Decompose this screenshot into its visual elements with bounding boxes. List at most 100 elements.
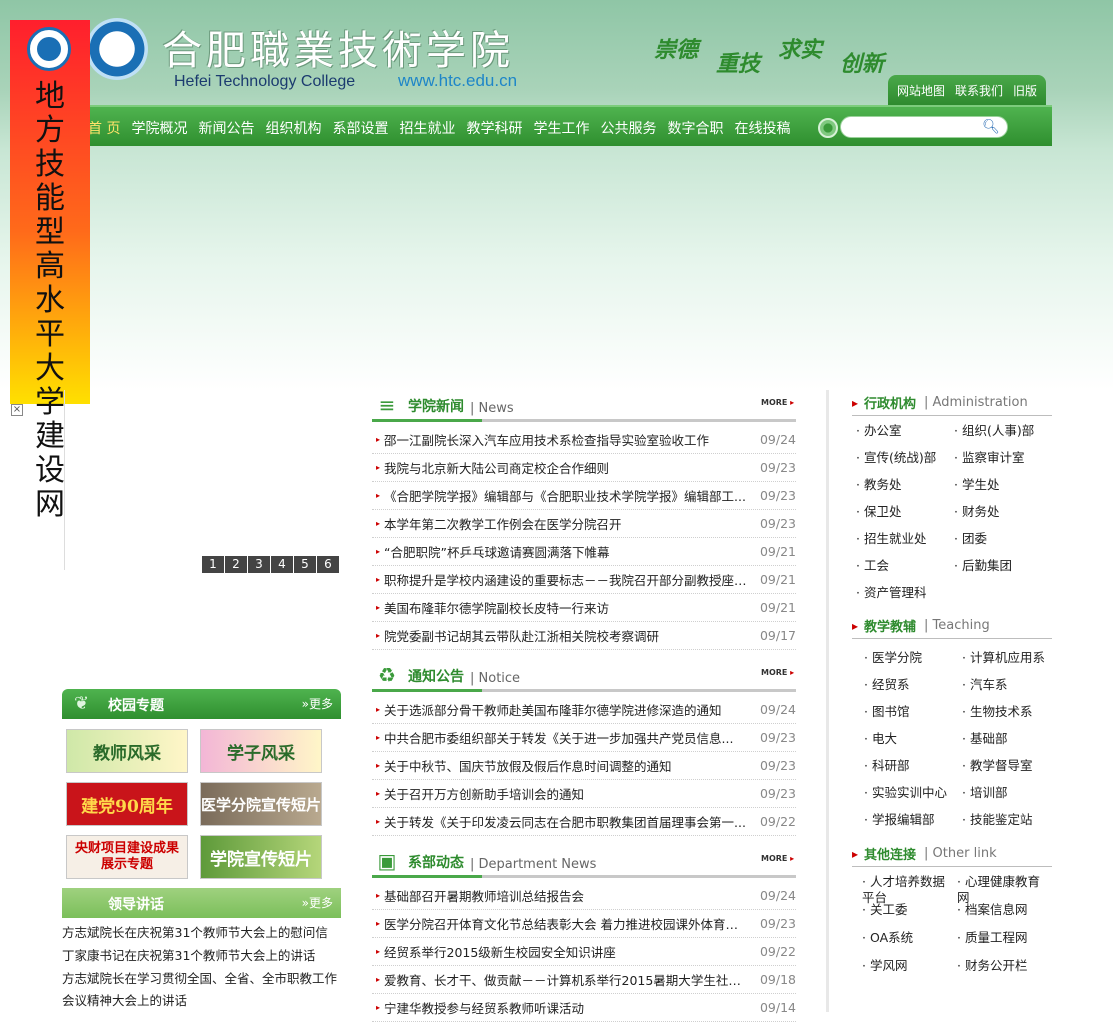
admin-link[interactable]: 教务处 (856, 471, 954, 498)
teach-link[interactable]: 基础部 (962, 725, 1060, 752)
admin-link[interactable]: 组织(人事)部 (954, 417, 1052, 444)
news-item-title[interactable]: 职称提升是学校内涵建设的重要标志－－我院召开部分副教授座谈会 (384, 570, 756, 589)
slider-page-1[interactable]: 1 (202, 556, 224, 573)
teach-link[interactable]: 图书馆 (864, 698, 962, 725)
teach-link[interactable]: 实验实训中心 (864, 779, 962, 806)
news-item[interactable]: ▸ “合肥职院”杯乒乓球邀请赛圆满落下帷幕 09/21 (372, 538, 796, 566)
news-item[interactable]: ▸ 本学年第二次教学工作例会在医学分院召开 09/23 (372, 510, 796, 538)
teach-link[interactable]: 汽车系 (962, 671, 1060, 698)
dept-item-title[interactable]: 宁建华教授参与经贸系教师听课活动 (384, 998, 756, 1017)
nav-home[interactable]: 首 页 (88, 118, 120, 138)
teach-link[interactable]: 计算机应用系 (962, 644, 1060, 671)
teach-link[interactable]: 学报编辑部 (864, 806, 962, 833)
leaders-more-link[interactable]: »更多 (302, 894, 333, 911)
admin-link[interactable]: 后勤集团 (954, 552, 1052, 579)
news-item[interactable]: ▸ 职称提升是学校内涵建设的重要标志－－我院召开部分副教授座谈会 09/21 (372, 566, 796, 594)
admin-link[interactable]: 招生就业处 (856, 525, 954, 552)
teach-link[interactable]: 医学分院 (864, 644, 962, 671)
teach-link[interactable]: 生物技术系 (962, 698, 1060, 725)
admin-link[interactable]: 学生处 (954, 471, 1052, 498)
notice-item[interactable]: ▸ 关于转发《关于印发凌云同志在合肥市职教集团首届理事会第一... 09/22 (372, 808, 796, 836)
slider-page-6[interactable]: 6 (317, 556, 339, 573)
nav-news[interactable]: 新闻公告 (198, 118, 254, 138)
tile-project-showcase[interactable]: 央财项目建设成果展示专题 (66, 835, 188, 879)
nav-organization[interactable]: 组织机构 (265, 118, 321, 138)
image-slider[interactable] (64, 390, 340, 570)
nav-research[interactable]: 教学科研 (466, 118, 522, 138)
notice-more-link[interactable]: MORE (761, 668, 794, 677)
tile-teachers[interactable]: 教师风采 (66, 729, 188, 773)
links-link[interactable]: 心理健康教育网 (957, 872, 1052, 905)
dept-item[interactable]: ▸ 经贸系举行2015级新生校园安全知识讲座 09/22 (372, 938, 796, 966)
nav-departments[interactable]: 系部设置 (332, 118, 388, 138)
notice-item-title[interactable]: 关于中秋节、国庆节放假及假后作息时间调整的通知 (384, 756, 756, 775)
notice-item-title[interactable]: 关于转发《关于印发凌云同志在合肥市职教集团首届理事会第一... (384, 812, 756, 831)
leader-item-1[interactable]: 方志斌院长在庆祝第31个教师节大会上的慰问信 (62, 922, 341, 944)
links-link[interactable]: OA系统 (862, 928, 957, 956)
notice-item[interactable]: ▸ 关于中秋节、国庆节放假及假后作息时间调整的通知 09/23 (372, 752, 796, 780)
admin-link[interactable]: 监察审计室 (954, 444, 1052, 471)
slider-page-2[interactable]: 2 (225, 556, 247, 573)
tile-party-90[interactable]: 建党90周年 (66, 782, 188, 826)
news-item[interactable]: ▸ 邵一江副院长深入汽车应用技术系检查指导实验室验收工作 09/24 (372, 426, 796, 454)
tile-college-video[interactable]: 学院宣传短片 (200, 835, 322, 879)
close-icon[interactable]: × (11, 404, 23, 416)
nav-about[interactable]: 学院概况 (131, 118, 187, 138)
news-item-title[interactable]: 美国布隆菲尔德学院副校长皮特一行来访 (384, 598, 756, 617)
teach-link[interactable]: 经贸系 (864, 671, 962, 698)
teach-link[interactable]: 培训部 (962, 779, 1060, 806)
notice-item-title[interactable]: 关于召开万方创新助手培训会的通知 (384, 784, 756, 803)
news-item[interactable]: ▸ 院党委副书记胡其云带队赴江浙相关院校考察调研 09/17 (372, 622, 796, 650)
nav-digital[interactable]: 数字合职 (667, 118, 723, 138)
dept-item-title[interactable]: 基础部召开暑期教师培训总结报告会 (384, 886, 756, 905)
news-item-title[interactable]: “合肥职院”杯乒乓球邀请赛圆满落下帷幕 (384, 542, 756, 561)
teach-link[interactable]: 科研部 (864, 752, 962, 779)
news-item-title[interactable]: 院党委副书记胡其云带队赴江浙相关院校考察调研 (384, 626, 756, 645)
notice-item[interactable]: ▸ 中共合肥市委组织部关于转发《关于进一步加强共产党员信息... 09/23 (372, 724, 796, 752)
notice-item-title[interactable]: 关于选派部分骨干教师赴美国布隆菲尔德学院进修深造的通知 (384, 700, 756, 719)
teach-link[interactable]: 技能鉴定站 (962, 806, 1060, 833)
admin-link[interactable]: 宣传(统战)部 (856, 444, 954, 471)
news-item[interactable]: ▸ 我院与北京新大陆公司商定校企合作细则 09/23 (372, 454, 796, 482)
admin-link[interactable]: 保卫处 (856, 498, 954, 525)
links-link[interactable]: 档案信息网 (957, 900, 1052, 928)
campus-more-link[interactable]: »更多 (302, 695, 333, 712)
news-item-title[interactable]: 《合肥学院学报》编辑部与《合肥职业技术学院学报》编辑部工... (384, 486, 756, 505)
links-link[interactable]: 人才培养数据平台 (862, 872, 957, 905)
nav-public-service[interactable]: 公共服务 (600, 118, 656, 138)
dept-item[interactable]: ▸ 医学分院召开体育文化节总结表彰大会 着力推进校园课外体育文... 09/23 (372, 910, 796, 938)
links-link[interactable]: 学风网 (862, 956, 957, 984)
news-more-link[interactable]: MORE (761, 398, 794, 407)
slider-page-5[interactable]: 5 (294, 556, 316, 573)
admin-link[interactable]: 办公室 (856, 417, 954, 444)
leader-item-3[interactable]: 方志斌院长在学习贯彻全国、全省、全市职教工作会议精神大会上的讲话 (62, 968, 341, 1012)
news-item-title[interactable]: 本学年第二次教学工作例会在医学分院召开 (384, 514, 756, 533)
floating-ad-banner[interactable]: 地方技能型高水平大学建设网 (10, 20, 90, 522)
dept-more-link[interactable]: MORE (761, 854, 794, 863)
nav-admissions[interactable]: 招生就业 (399, 118, 455, 138)
admin-link[interactable]: 工会 (856, 552, 954, 579)
notice-item-title[interactable]: 中共合肥市委组织部关于转发《关于进一步加强共产党员信息... (384, 728, 756, 747)
nav-student-work[interactable]: 学生工作 (533, 118, 589, 138)
links-link[interactable]: 质量工程网 (957, 928, 1052, 956)
teach-link[interactable]: 电大 (864, 725, 962, 752)
news-item[interactable]: ▸ 美国布隆菲尔德学院副校长皮特一行来访 09/21 (372, 594, 796, 622)
old-version-link[interactable]: 旧版 (1013, 82, 1037, 99)
links-link[interactable]: 财务公开栏 (957, 956, 1052, 984)
leader-item-2[interactable]: 丁家康书记在庆祝第31个教师节大会上的讲话 (62, 945, 341, 967)
dept-item[interactable]: ▸ 宁建华教授参与经贸系教师听课活动 09/14 (372, 994, 796, 1022)
admin-link[interactable]: 财务处 (954, 498, 1052, 525)
news-item-title[interactable]: 邵一江副院长深入汽车应用技术系检查指导实验室验收工作 (384, 430, 756, 449)
slider-page-3[interactable]: 3 (248, 556, 270, 573)
dept-item-title[interactable]: 爱教育、长才干、做贡献－－计算机系举行2015暑期大学生社会... (384, 970, 756, 989)
dept-item-title[interactable]: 经贸系举行2015级新生校园安全知识讲座 (384, 942, 756, 961)
contact-link[interactable]: 联系我们 (955, 82, 1003, 99)
nav-submit[interactable]: 在线投稿 (734, 118, 790, 138)
slider-page-4[interactable]: 4 (271, 556, 293, 573)
dept-item[interactable]: ▸ 基础部召开暑期教师培训总结报告会 09/24 (372, 882, 796, 910)
notice-item[interactable]: ▸ 关于选派部分骨干教师赴美国布隆菲尔德学院进修深造的通知 09/24 (372, 696, 796, 724)
dept-item[interactable]: ▸ 爱教育、长才干、做贡献－－计算机系举行2015暑期大学生社会... 09/18 (372, 966, 796, 994)
teach-link[interactable]: 教学督导室 (962, 752, 1060, 779)
tile-medical-video[interactable]: 医学分院宣传短片 (200, 782, 322, 826)
news-item-title[interactable]: 我院与北京新大陆公司商定校企合作细则 (384, 458, 756, 477)
